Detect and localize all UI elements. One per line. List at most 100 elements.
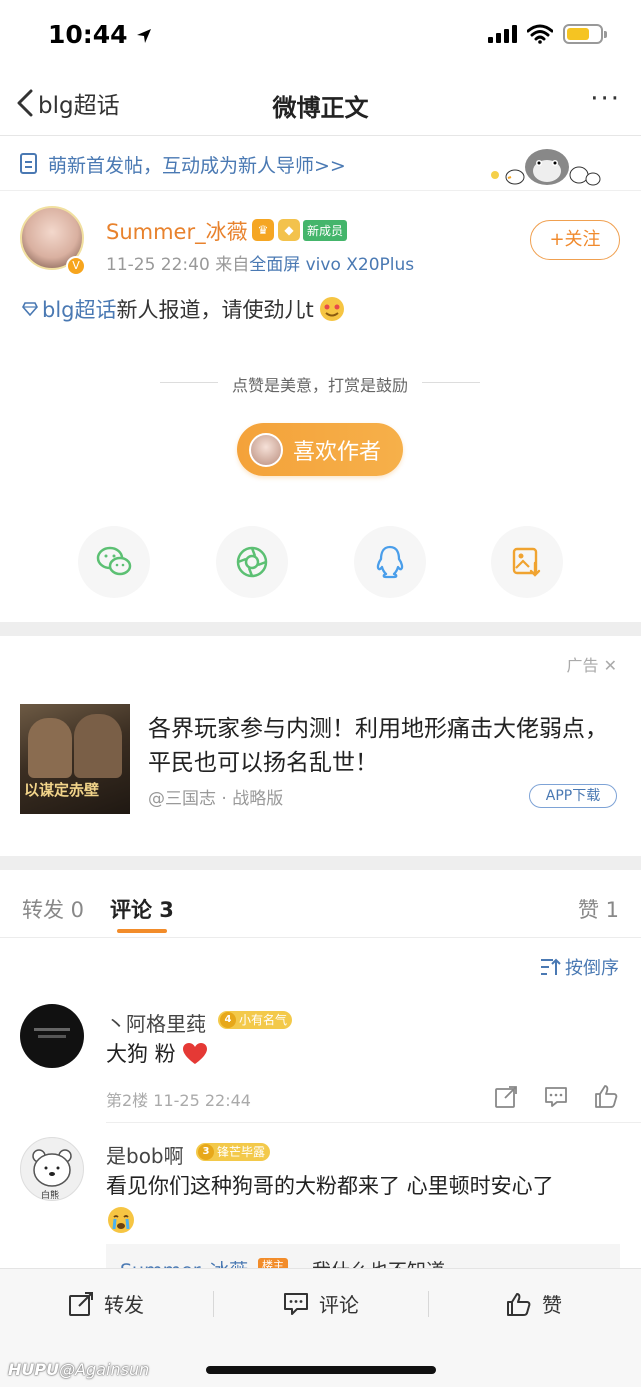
comment-label: 评论 [319,1293,359,1317]
comment-separator [106,1122,641,1123]
tab-repost[interactable]: 转发 0 [22,894,84,924]
comment-text-content-2: 看见你们这种狗哥的大粉都来了 心里顿时安心了 [106,1174,554,1198]
repost-label: 转发 [104,1293,144,1317]
watermark-handle: @Againsun [59,1360,150,1379]
status-indicators [488,24,607,44]
comment-avatar-2[interactable]: 白熊 [20,1137,84,1201]
comment-button[interactable]: 评论 [283,1289,359,1318]
hupu-watermark: HUPU@Againsun [8,1360,149,1379]
post-text: 新人报道，请使劲儿t [116,298,314,322]
share-qq-button[interactable] [354,526,426,598]
ad-image[interactable]: 以谋定赤壁 [20,704,130,814]
like-label: 赞 [542,1293,562,1317]
thumbs-up-icon [507,1292,531,1316]
sort-button[interactable]: 按倒序 [539,954,619,980]
active-tab-indicator [117,929,167,933]
supertopic-link[interactable]: blg超话 [42,294,117,324]
comment-text: 大狗 粉 [106,1038,208,1070]
location-arrow-icon [137,29,152,43]
wifi-icon [527,24,553,44]
author-username[interactable]: Summer_冰薇 [106,216,248,246]
status-time: 10:44 [48,20,152,49]
comment-text-2: 看见你们这种狗哥的大粉都来了 心里顿时安心了 [106,1170,616,1202]
like-author-button[interactable]: 喜欢作者 [237,423,403,476]
app-download-button[interactable]: APP下载 [529,784,617,808]
fan-level-badge: 4 小有名气 [218,1011,293,1029]
red-heart-icon [182,1043,207,1064]
heart-eyes-emoji-icon [319,297,344,321]
ad-image-caption: 以谋定赤壁 [24,781,100,799]
post-time: 11-25 22:40 [106,255,210,275]
comment-avatar[interactable] [20,1004,84,1068]
save-image-button[interactable] [491,526,563,598]
section-divider [0,622,641,636]
wechat-icon [96,546,132,576]
ad-label[interactable]: 广告 ✕ [566,652,617,676]
close-icon[interactable]: ✕ [604,656,617,675]
qq-icon [376,545,404,579]
fan-level-badge-2: 3 锋芒毕露 [196,1143,271,1161]
repost-button[interactable]: 转发 [68,1289,144,1318]
crying-emoji-icon [108,1207,134,1233]
like-button[interactable]: 赞 [506,1289,562,1318]
diamond-badge-icon: ◆ [278,219,300,241]
post-meta: 11-25 22:40 来自全面屏 vivo X20Plus [106,250,414,275]
reward-hint-text: 点赞是美意，打赏是鼓励 [231,376,408,395]
battery-icon [563,24,607,44]
like-author-label: 喜欢作者 [293,439,382,465]
sort-label: 按倒序 [565,958,619,979]
cat-chicks-illustration [491,149,601,186]
ad-source: @三国志 · 战略版 [148,789,284,809]
follow-button[interactable]: +关注 [530,220,620,260]
post-source[interactable]: 全面屏 vivo X20Plus [249,255,414,275]
crown-badge-icon: ♛ [252,219,274,241]
comment-icon [284,1292,308,1315]
status-bar: 10:44 [0,0,641,70]
home-indicator[interactable] [206,1366,436,1374]
comment-username-2[interactable]: 是bob啊 [106,1140,184,1169]
tab-like[interactable]: 赞 1 [578,894,619,924]
repost-icon [69,1291,93,1316]
section-divider-2 [0,856,641,870]
status-time-text: 10:44 [48,20,128,49]
source-prefix: 来自 [215,255,250,275]
interaction-tabs: 转发 0 评论 3 赞 1 [0,874,641,938]
share-comment-icon[interactable] [493,1084,519,1110]
bottom-separator-2 [428,1291,429,1317]
fan-level-text: 小有名气 [239,1013,288,1027]
like-author-avatar [249,432,283,467]
new-member-badge: 新成员 [303,220,348,241]
document-icon [20,153,37,174]
post-body: blg超话 新人报道，请使劲儿t [22,294,346,324]
fan-level-number-2: 3 [198,1144,214,1160]
supertopic-diamond-icon [22,302,38,316]
more-button[interactable]: ··· [590,84,621,114]
fan-level-text-2: 锋芒毕露 [217,1145,266,1159]
avatar-caption: 白熊 [41,1191,60,1201]
nav-bar: blg超话 微博正文 ··· [0,70,641,136]
fan-level-number: 4 [220,1012,236,1028]
page-title: 微博正文 [272,94,369,122]
moments-icon [236,546,268,578]
share-wechat-button[interactable] [78,526,150,598]
share-row [0,526,641,598]
cell-signal-icon [488,25,517,43]
ad-title[interactable]: 各界玩家参与内测！利用地形痛击大佬弱点，平民也可以扬名乱世！ [148,712,618,780]
share-moments-button[interactable] [216,526,288,598]
comment-meta: 第2楼 11-25 22:44 [106,1091,251,1110]
save-image-icon [512,547,541,577]
sort-icon [541,958,561,975]
tab-comment[interactable]: 评论 3 [110,894,174,924]
comment-text-content: 大狗 粉 [106,1042,176,1066]
ad-label-text: 广告 [566,656,599,675]
weibo-post-page: 10:44 blg超话 微博正文 ··· 萌新首发帖，互动成为新人导师>> V … [0,0,641,1387]
newbie-banner[interactable]: 萌新首发帖，互动成为新人导师>> [0,137,641,191]
like-comment-icon[interactable] [593,1083,619,1109]
watermark-brand: HUPU [8,1360,60,1379]
bottom-separator [213,1291,214,1317]
banner-text: 萌新首发帖，互动成为新人导师>> [48,155,346,177]
comment-username[interactable]: 丶阿格里莼 [106,1008,206,1037]
reply-comment-icon[interactable] [543,1084,569,1110]
verified-badge-icon: V [66,256,86,276]
reward-hint: 点赞是美意，打赏是鼓励 [160,372,480,395]
